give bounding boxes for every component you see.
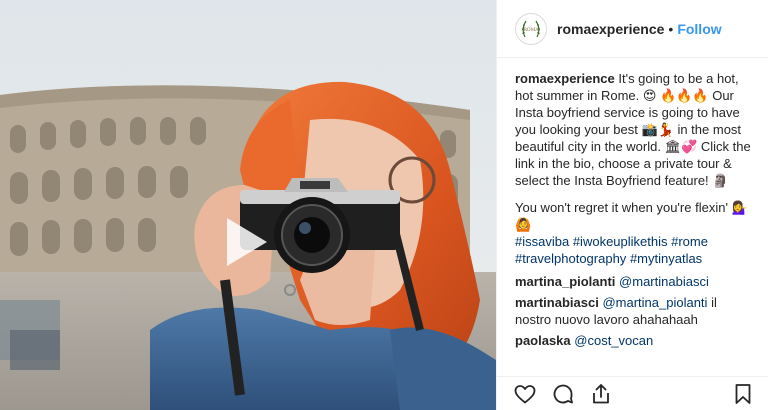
like-button[interactable] [513, 382, 537, 406]
hashtag[interactable]: #travelphotography [515, 251, 626, 266]
save-button[interactable] [731, 382, 755, 406]
post-panel: ROMA romaexperience • Follow romaexperie… [496, 0, 768, 410]
comment-mention[interactable]: @martinabiasci [619, 274, 709, 289]
comment-icon [553, 384, 573, 403]
avatar-logo-text: ROMA [524, 27, 540, 33]
share-icon [593, 383, 609, 403]
post-caption: romaexperience It's going to be a hot, h… [515, 70, 755, 189]
action-bar [497, 376, 768, 410]
hashtag[interactable]: #issaviba [515, 234, 569, 249]
post-media[interactable] [0, 0, 496, 410]
separator-dot: • [668, 20, 674, 37]
bookmark-icon [735, 383, 751, 404]
comment-username[interactable]: martinabiasci [515, 295, 599, 310]
follow-button[interactable]: Follow [677, 21, 721, 37]
comment-item: martina_piolanti @martinabiasci [515, 273, 755, 290]
post-caption-line2: You won't regret it when you're flexin' … [515, 199, 755, 267]
post-owner-username[interactable]: romaexperience [557, 21, 664, 37]
share-button[interactable] [589, 382, 613, 406]
laurel-logo-icon: ROMA [522, 20, 540, 37]
comment-button[interactable] [551, 382, 575, 406]
hashtag[interactable]: #rome [671, 234, 708, 249]
caption-text-2: You won't regret it when you're flexin' … [515, 200, 748, 232]
play-icon [227, 218, 267, 266]
caption-username[interactable]: romaexperience [515, 71, 615, 86]
post-header: ROMA romaexperience • Follow [497, 0, 768, 58]
comment-username[interactable]: paolaska [515, 333, 571, 348]
comment-item: martinabiasci @martina_piolanti il nostr… [515, 294, 755, 328]
comment-item: paolaska @cost_vocan [515, 332, 755, 349]
avatar[interactable]: ROMA [515, 12, 547, 45]
hashtag[interactable]: #mytinyatlas [630, 251, 702, 266]
hashtag[interactable]: #iwokeuplikethis [573, 234, 668, 249]
comment-mention[interactable]: @cost_vocan [574, 333, 653, 348]
comment-mention[interactable]: @martina_piolanti [602, 295, 707, 310]
heart-icon [514, 384, 536, 403]
comment-username[interactable]: martina_piolanti [515, 274, 615, 289]
comments-list: romaexperience It's going to be a hot, h… [515, 70, 755, 349]
caption-text: It's going to be a hot, hot summer in Ro… [515, 71, 751, 188]
play-button[interactable] [213, 212, 273, 272]
post-photo [0, 0, 496, 410]
